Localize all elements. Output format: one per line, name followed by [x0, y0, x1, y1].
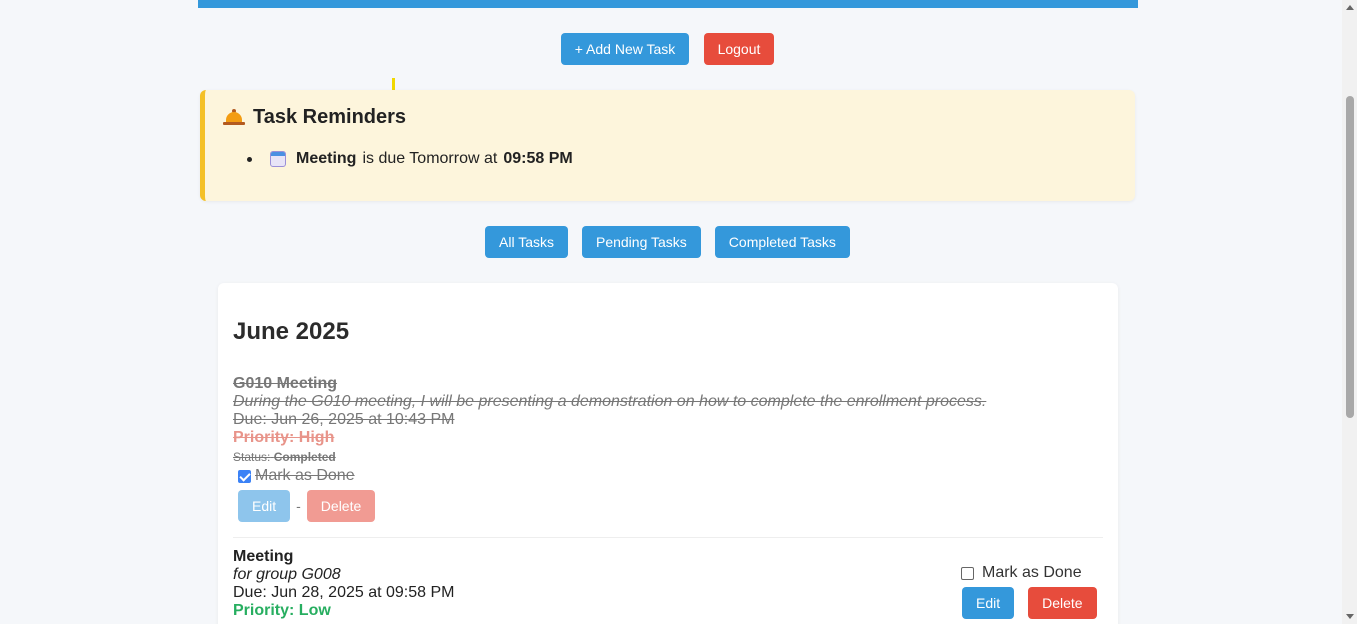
task-title: G010 Meeting — [233, 375, 338, 392]
reminder-time: 09:58 PM — [503, 150, 573, 167]
edit-task-button[interactable]: Edit — [962, 587, 1015, 619]
mark-done-label[interactable]: Mark as Done — [982, 564, 1082, 582]
task-due-date: Due: Jun 26, 2025 at 10:43 PM — [233, 411, 455, 428]
add-new-task-button[interactable]: + Add New Task — [561, 33, 689, 65]
task-description: for group G008 — [233, 566, 341, 583]
task-status: Status: Completed — [233, 447, 986, 467]
scroll-down-arrow-icon[interactable] — [1346, 614, 1354, 619]
reminder-item: Meeting is due Tomorrow at 09:58 PM — [247, 150, 573, 168]
task-list-card: June 2025 G010 Meeting During the G010 m… — [218, 283, 1118, 624]
task-due-date: Due: Jun 28, 2025 at 09:58 PM — [233, 584, 455, 601]
mark-done-row: Mark as Done — [961, 564, 1082, 582]
top-actions: + Add New Task Logout — [561, 33, 774, 65]
top-header-bar — [198, 0, 1138, 8]
reminders-title: Task Reminders — [253, 106, 407, 128]
task-item-pending: Meeting for group G008 Due: Jun 28, 2025… — [233, 548, 454, 620]
task-filters: All Tasks Pending Tasks Completed Tasks — [485, 226, 850, 258]
delete-task-button[interactable]: Delete — [306, 490, 376, 522]
bell-icon — [223, 108, 245, 128]
reminders-heading: Task Reminders — [223, 106, 406, 129]
task-actions: Edit - Delete — [238, 490, 376, 522]
task-title: Meeting — [233, 548, 294, 565]
task-divider — [233, 537, 1103, 538]
reminder-text: is due Tomorrow at — [362, 150, 498, 167]
month-heading: June 2025 — [233, 318, 350, 345]
filter-all-tasks-button[interactable]: All Tasks — [485, 226, 568, 258]
page: + Add New Task Logout Task Reminders Mee… — [0, 0, 1357, 624]
task-actions: Edit Delete — [962, 587, 1097, 619]
task-priority: Priority: Low — [233, 602, 331, 619]
mark-done-label[interactable]: Mark as Done — [255, 467, 355, 485]
edit-task-button[interactable]: Edit — [238, 490, 291, 522]
bullet — [247, 156, 252, 162]
task-item-completed: G010 Meeting During the G010 meeting, I … — [233, 375, 986, 485]
mark-done-checkbox[interactable] — [961, 566, 974, 580]
task-status-label: Status: — [233, 450, 271, 464]
reminder-task-name: Meeting — [296, 150, 357, 167]
task-priority: Priority: High — [233, 429, 335, 446]
filter-pending-tasks-button[interactable]: Pending Tasks — [581, 226, 701, 258]
filter-completed-tasks-button[interactable]: Completed Tasks — [714, 226, 850, 258]
logout-button[interactable]: Logout — [704, 33, 774, 65]
mark-done-checkbox[interactable] — [238, 469, 251, 483]
mark-done-row: Mark as Done — [238, 467, 986, 485]
vertical-scrollbar[interactable] — [1342, 0, 1357, 624]
action-separator: - — [296, 498, 301, 514]
calendar-icon — [270, 151, 286, 167]
scroll-up-arrow-icon[interactable] — [1346, 5, 1354, 10]
task-reminders-panel: Task Reminders Meeting is due Tomorrow a… — [200, 90, 1135, 201]
task-status-value: Completed — [273, 450, 336, 464]
scrollbar-thumb[interactable] — [1346, 96, 1354, 418]
decorative-tick — [392, 78, 395, 90]
delete-task-button[interactable]: Delete — [1028, 587, 1097, 619]
task-description: During the G010 meeting, I will be prese… — [233, 393, 987, 410]
